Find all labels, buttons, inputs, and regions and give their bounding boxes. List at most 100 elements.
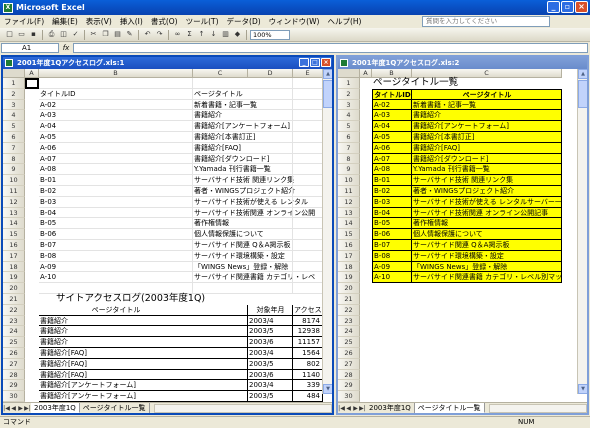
sheet-cell[interactable]: サーバサイド関連書籍 カテゴリ・レベ [193, 272, 315, 284]
table-cell-id[interactable]: B-02 [372, 186, 412, 197]
new-icon[interactable]: □ [4, 29, 15, 40]
menu-edit[interactable]: 編集(E) [48, 16, 82, 27]
sheet-cell[interactable] [248, 153, 293, 165]
row-header[interactable]: 23 [338, 315, 360, 327]
next-sheet-icon[interactable]: ▶ [17, 405, 24, 412]
sheet-cell[interactable]: Y.Yamada 刊行書籍一覧 [193, 164, 271, 176]
sheet-cell[interactable] [293, 175, 323, 186]
sheet-cell[interactable]: 2003/4 [248, 380, 293, 392]
row-header[interactable]: 22 [3, 304, 25, 316]
table-cell-id[interactable]: B-06 [372, 229, 412, 240]
table-cell-title[interactable]: サーバサイド関連書籍 カテゴリ・レベル別マップ [412, 272, 562, 284]
sheet-cell[interactable] [293, 88, 323, 100]
menu-file[interactable]: ファイル(F) [0, 16, 48, 27]
sheet-cell[interactable]: 書籍紹介 [39, 326, 193, 338]
sheet-cell[interactable]: 「WINGS News」登録・解除 [193, 262, 288, 273]
row-header[interactable]: 7 [3, 142, 25, 154]
row-header[interactable]: 18 [3, 261, 25, 273]
sheet-cell[interactable]: B-06 [39, 229, 193, 240]
print-preview-icon[interactable]: ◫ [58, 29, 69, 40]
restore-button[interactable]: ▫ [561, 1, 574, 13]
sheet-cell[interactable]: B-02 [39, 186, 193, 197]
row-header[interactable]: 16 [338, 240, 360, 251]
sheet-cell[interactable] [293, 153, 323, 165]
sheet-cell[interactable] [293, 207, 323, 219]
table-cell-id[interactable]: A-07 [372, 153, 412, 165]
row-header[interactable]: 27 [3, 358, 25, 370]
row-header[interactable]: 23 [3, 315, 25, 327]
sheet-cell[interactable] [193, 326, 248, 338]
fx-label[interactable]: fx [59, 44, 73, 52]
sheet-cell[interactable]: A-10 [39, 272, 193, 284]
first-sheet-icon[interactable]: |◀ [3, 405, 10, 412]
table-cell-title[interactable]: 書籍紹介 [412, 110, 562, 122]
zoom-select[interactable]: 100% [250, 29, 290, 40]
sheet-cell[interactable] [248, 132, 293, 143]
sheet-cell[interactable]: タイトルID [39, 88, 193, 100]
sheet-cell[interactable] [193, 358, 248, 370]
row-header[interactable]: 12 [338, 196, 360, 208]
sheet-cell[interactable]: 新着書籍・記事一覧 [193, 100, 257, 111]
row-header[interactable]: 3 [3, 99, 25, 111]
column-header[interactable]: E [293, 69, 323, 78]
last-sheet-icon[interactable]: ▶| [359, 405, 366, 412]
column-header[interactable]: B [39, 69, 193, 78]
sheet-cell[interactable]: 2003/6 [248, 337, 293, 348]
sheet-cell[interactable] [293, 261, 323, 273]
sheet-cell[interactable]: 2003/5 [248, 326, 293, 338]
sheet-cell[interactable]: A-03 [39, 110, 193, 122]
row-header[interactable]: 5 [338, 121, 360, 132]
sheet-cell[interactable]: 12938 [293, 326, 323, 338]
left-maximize-button[interactable]: □ [310, 58, 320, 67]
row-header[interactable]: 8 [338, 153, 360, 165]
table-cell-title[interactable]: 「WINGS News」登録・解除 [412, 261, 562, 273]
row-header[interactable]: 11 [338, 186, 360, 197]
row-header[interactable]: 29 [338, 380, 360, 392]
row-header[interactable]: 13 [3, 207, 25, 219]
prev-sheet-icon[interactable]: ◀ [10, 405, 17, 412]
sheet-cell[interactable]: B-03 [39, 196, 193, 208]
sheet-cell[interactable] [248, 196, 293, 208]
row-header[interactable]: 25 [338, 337, 360, 348]
table-cell-id[interactable]: B-05 [372, 218, 412, 230]
sheet-cell[interactable]: A-05 [39, 132, 193, 143]
sheet-cell[interactable] [293, 110, 323, 122]
table-cell-title[interactable]: サーバサイド技術 関連リンク集 [412, 175, 562, 186]
row-header[interactable]: 18 [338, 261, 360, 273]
sheet-cell[interactable]: アクセス数 [293, 304, 323, 316]
sheet-cell[interactable] [193, 391, 248, 402]
table-cell-title[interactable]: サーバサイド関連 Q＆A掲示板 [412, 240, 562, 251]
right-tab-2003-1q[interactable]: 2003年度1Q [366, 403, 415, 413]
table-cell-id[interactable]: B-03 [372, 196, 412, 208]
print-icon[interactable]: ⎙ [46, 29, 57, 40]
table-cell-id[interactable]: B-01 [372, 175, 412, 186]
sheet-cell[interactable] [193, 369, 248, 381]
row-header[interactable]: 22 [338, 304, 360, 316]
name-box[interactable]: A1 [1, 43, 59, 53]
column-header[interactable]: A [360, 69, 372, 78]
sheet-cell[interactable]: A-08 [39, 164, 193, 176]
redo-icon[interactable]: ↷ [154, 29, 165, 40]
sheet-cell[interactable]: 339 [293, 380, 323, 392]
sheet-cell[interactable]: 書籍紹介[FAQ] [39, 358, 193, 370]
sheet-cell[interactable]: A-02 [39, 99, 193, 111]
sheet-cell[interactable] [193, 304, 248, 316]
table-header-id[interactable]: タイトルID [372, 88, 412, 100]
sheet-cell[interactable] [248, 261, 293, 273]
table-cell-title[interactable]: サーバサイド技術が使える レンタルサーバー一覧 [412, 196, 562, 208]
sheet-cell[interactable] [248, 240, 293, 251]
sheet-cell[interactable]: 書籍紹介 [193, 110, 248, 122]
sheet-cell[interactable]: A-06 [39, 142, 193, 154]
table-cell-title[interactable]: 書籍紹介[アンケートフォーム] [412, 121, 562, 132]
table-cell-title[interactable]: サーバサイド環境構築・設定 [412, 250, 562, 262]
table-cell-id[interactable]: A-10 [372, 272, 412, 284]
sheet-cell[interactable]: 書籍紹介[FAQ] [193, 143, 248, 154]
sheet-cell[interactable]: 8174 [293, 315, 323, 327]
table-cell-id[interactable]: A-09 [372, 261, 412, 273]
sheet-cell[interactable] [293, 240, 323, 251]
table-cell-title[interactable]: 新着書籍・記事一覧 [412, 99, 562, 111]
sheet-cell[interactable]: 1564 [293, 348, 323, 359]
row-header[interactable]: 3 [338, 99, 360, 111]
table-cell-id[interactable]: A-03 [372, 110, 412, 122]
menu-data[interactable]: データ(D) [223, 16, 265, 27]
